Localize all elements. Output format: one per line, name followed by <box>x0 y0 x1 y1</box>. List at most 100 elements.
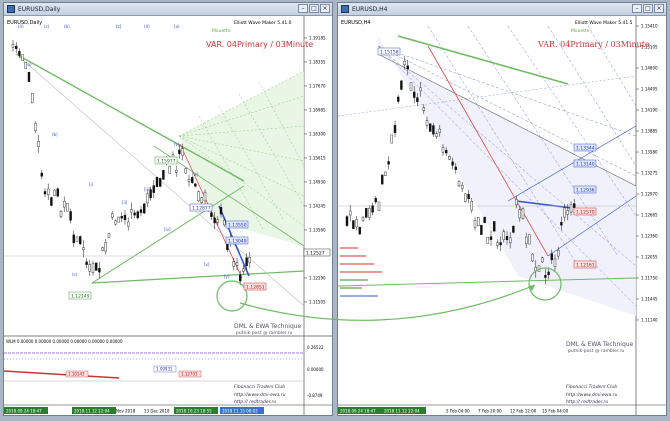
candle-body <box>387 161 390 165</box>
candle-body <box>550 253 554 261</box>
candle-body <box>374 198 377 203</box>
wave-tag: [iv] <box>164 227 171 232</box>
candle-body <box>556 250 560 257</box>
candle-body <box>563 207 566 218</box>
candle-body <box>184 168 188 174</box>
sub-tick-1: 0.26522 <box>307 345 324 350</box>
candle-body <box>489 236 493 240</box>
label-box3: 1.12877 <box>192 206 211 212</box>
candle-body <box>438 128 442 133</box>
chart-canvas-right[interactable]: 1.154101.151051.148001.144951.141901.138… <box>338 16 666 415</box>
candle-body <box>400 80 403 90</box>
candle-body <box>397 96 400 102</box>
candle-body <box>457 181 461 187</box>
candle-body <box>203 191 207 202</box>
candle-body <box>53 189 56 196</box>
candle-body <box>114 220 117 225</box>
price-tick: 1.14190 <box>641 108 658 113</box>
candle-body <box>162 170 165 180</box>
candle-body <box>358 227 361 235</box>
candle-body <box>441 147 445 153</box>
price-tick: 1.13885 <box>641 129 658 134</box>
candle-body <box>85 261 88 265</box>
wave-tag: [y] <box>224 274 230 279</box>
time-flag-1: 2018.09.24 18:47 <box>6 409 42 414</box>
close-button[interactable]: × <box>320 4 330 13</box>
chart-window-right[interactable]: EURUSD,H4 – □ × 1.15410 1.15105 1.14800 1.1… <box>337 2 667 416</box>
candle-body <box>515 199 518 206</box>
candle-body <box>43 191 47 195</box>
label-box1: 1.13550 <box>228 223 247 229</box>
candle-body <box>104 242 108 252</box>
maximize-button[interactable]: □ <box>643 4 653 13</box>
close-button[interactable]: × <box>654 4 664 13</box>
wave-tag: [w] <box>192 172 199 177</box>
candle-body <box>544 275 547 278</box>
label-box1: 1.13344 <box>576 146 595 152</box>
candle-body <box>355 219 358 228</box>
price-tick: 1.16300 <box>309 132 326 137</box>
price-tick: 1.13560 <box>309 228 326 233</box>
candle-body <box>59 211 63 217</box>
candle-body <box>40 172 43 177</box>
time-flag-2: 2018.11.12 22:04 <box>384 409 420 414</box>
candle-body <box>123 214 127 220</box>
time-flag-2: 2018.11.12 22:04 <box>74 409 110 414</box>
candle-body <box>435 133 438 137</box>
maximize-button[interactable]: □ <box>309 4 319 13</box>
wave-tag: (b) <box>52 132 58 137</box>
candle-body <box>133 212 136 216</box>
price-tick: 1.13580 <box>641 150 658 155</box>
chart-canvas-left[interactable]: 1.191851.183551.176701.169851.163001.156… <box>4 16 332 415</box>
candle-body <box>88 264 92 272</box>
candle-body <box>508 237 512 244</box>
candle-body <box>130 209 133 213</box>
candle-body <box>174 169 178 173</box>
time-label-3: 12 Feb 12:00 <box>510 409 537 414</box>
window-titlebar[interactable]: EURUSD,H4 – □ × <box>338 3 666 16</box>
price-tick: 1.11140 <box>641 318 658 323</box>
candle-body <box>454 166 458 170</box>
wave-tag: (4) <box>144 24 150 29</box>
candle-body <box>547 271 550 275</box>
time-label-2: 7 Feb 20:00 <box>478 409 502 414</box>
candle-body <box>560 222 563 226</box>
window-titlebar[interactable]: EURUSD,Daily – □ × <box>4 3 332 16</box>
candle-body <box>384 171 387 176</box>
mouette-badge: Mouette <box>571 28 590 34</box>
minimize-button[interactable]: – <box>632 4 642 13</box>
current-price: 1.12527 <box>306 251 325 257</box>
tech-label: DML & EWA Technique <box>566 341 634 348</box>
minimize-button[interactable]: – <box>298 4 308 13</box>
candle-body <box>412 91 416 98</box>
candle-body <box>146 193 149 204</box>
candle-body <box>365 207 368 218</box>
window-title: EURUSD,Daily <box>18 5 61 13</box>
candle-body <box>139 209 143 213</box>
candle-body <box>451 161 454 166</box>
candle-body <box>238 274 242 282</box>
window-title: EURUSD,H4 <box>352 5 388 13</box>
time-label-1: Nov 2018 <box>116 409 136 414</box>
price-tick: 1.12970 <box>641 192 658 197</box>
candle-body <box>390 134 393 144</box>
candle-body <box>505 236 509 240</box>
candle-body <box>483 216 486 224</box>
candle-body <box>499 242 502 246</box>
candle-body <box>21 54 24 61</box>
wave-tag: (c) <box>44 24 50 29</box>
price-tick: 1.14495 <box>641 87 658 92</box>
candle-body <box>242 268 245 272</box>
wave-tag: (a) <box>174 24 180 29</box>
wave-tag: [ii] <box>122 200 128 205</box>
label-box3: 1.12936 <box>576 188 595 194</box>
candle-body <box>18 50 21 56</box>
candle-body <box>136 211 140 219</box>
price-tick: 1.14800 <box>641 66 658 71</box>
candle-body <box>168 165 172 174</box>
label-box2: 1.13049 <box>228 239 247 245</box>
variant-title: VAR. 04Primary / 03Minute <box>537 40 650 49</box>
candle-body <box>444 150 448 154</box>
club-label: Fibonacci Traders Club <box>234 384 285 390</box>
chart-window-left[interactable]: EURUSD,Daily – □ × 1.19185 1.18355 1.17670… <box>3 2 333 416</box>
